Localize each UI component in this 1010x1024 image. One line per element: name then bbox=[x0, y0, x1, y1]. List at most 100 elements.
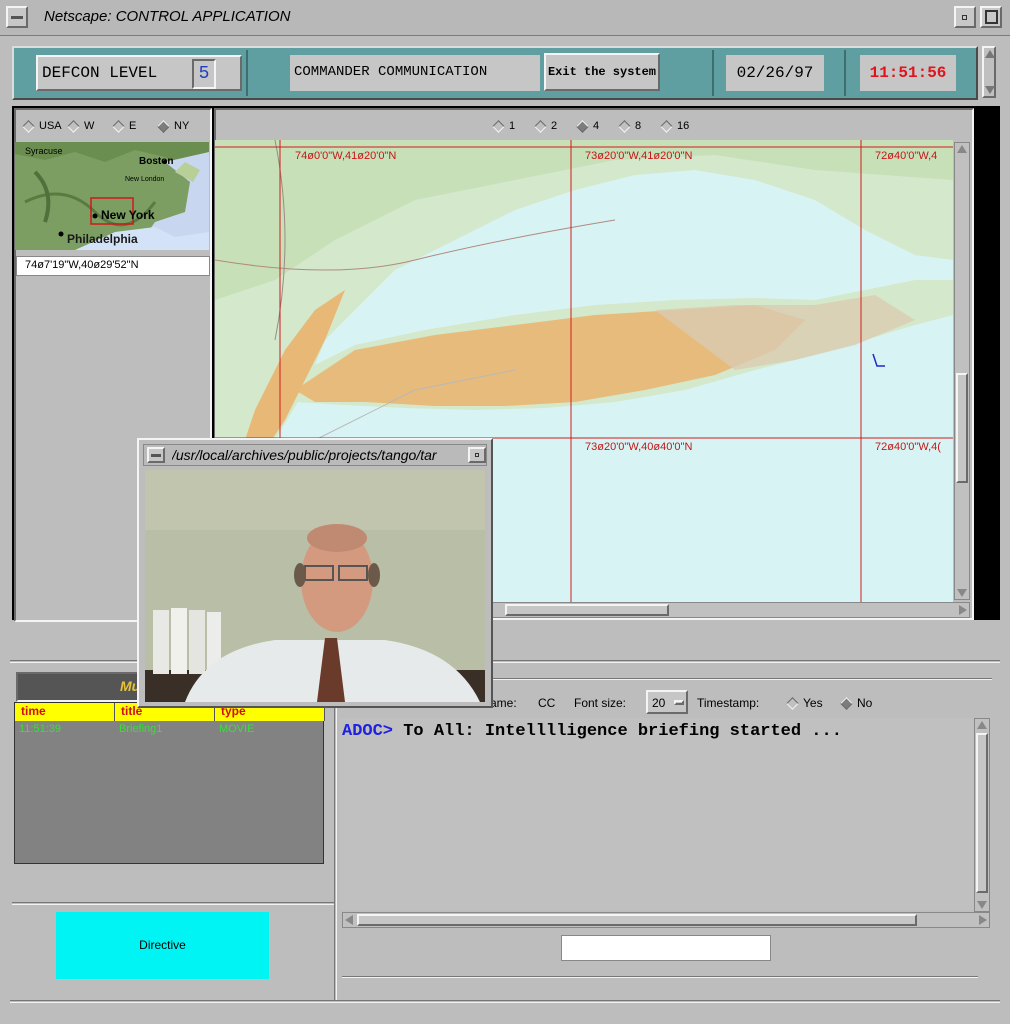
map-hscroll-thumb[interactable] bbox=[505, 604, 669, 616]
scroll-up-icon[interactable] bbox=[977, 721, 987, 729]
column-header-time[interactable]: time bbox=[15, 703, 115, 721]
header-divider bbox=[712, 50, 714, 96]
commander-comm-box: COMMANDER COMMUNICATION bbox=[290, 55, 540, 91]
name-label: ame: bbox=[490, 696, 517, 710]
scroll-down-icon[interactable] bbox=[977, 901, 987, 909]
table-cell-time: 11:51:39 bbox=[19, 723, 62, 735]
grid-label-mid-mid: 73ø20'0"W,40ø40'0"N bbox=[585, 441, 693, 453]
name-value: CC bbox=[538, 696, 556, 710]
video-frame bbox=[145, 470, 485, 702]
thumb-label-new-london: New London bbox=[125, 176, 165, 183]
timestamp-no-option[interactable]: No bbox=[840, 696, 873, 711]
grid-label-mid-right: 72ø40'0"W,4( bbox=[875, 441, 941, 453]
time-display: 11:51:56 bbox=[860, 55, 956, 91]
region-option-ny[interactable]: NY bbox=[157, 119, 190, 133]
thumb-label-philadelphia: Philadelphia bbox=[67, 232, 138, 246]
radio-icon bbox=[534, 119, 547, 133]
radio-icon bbox=[618, 119, 631, 133]
thumb-label-new-york: New York bbox=[101, 208, 155, 222]
region-option-e[interactable]: E bbox=[112, 119, 137, 133]
chat-message: ADOC> To All: Intelllligence briefing st… bbox=[342, 722, 842, 741]
region-option-label: USA bbox=[39, 120, 62, 132]
minimize-icon[interactable] bbox=[954, 6, 976, 28]
radio-icon bbox=[67, 119, 80, 133]
lower-vertical-divider bbox=[334, 668, 337, 1000]
chat-panel: ame: CC Font size: 20 Timestamp: Yes No … bbox=[338, 668, 1000, 998]
table-row[interactable]: 11:51:39 Briefing1 MOVIE bbox=[15, 723, 325, 739]
window-bottom-border bbox=[10, 1000, 1000, 1003]
zoom-option-label: 8 bbox=[635, 120, 642, 132]
zoom-option-label: 4 bbox=[593, 120, 600, 132]
date-display: 02/26/97 bbox=[726, 55, 824, 91]
scroll-right-icon[interactable] bbox=[959, 605, 967, 615]
video-menu-icon[interactable] bbox=[147, 447, 165, 463]
timestamp-no-label: No bbox=[857, 696, 873, 710]
font-size-value: 20 bbox=[652, 696, 666, 710]
region-option-label: NY bbox=[174, 120, 190, 132]
radio-selected-icon bbox=[840, 697, 853, 711]
header-scrollbar[interactable] bbox=[982, 46, 996, 98]
overview-coordinate: 74ø7'19"W,40ø29'52"N bbox=[16, 256, 210, 276]
zoom-option-2[interactable]: 2 bbox=[534, 119, 558, 133]
timestamp-yes-option[interactable]: Yes bbox=[786, 696, 823, 711]
video-minimize-icon[interactable] bbox=[468, 447, 486, 463]
thumb-label-syracuse: Syracuse bbox=[25, 146, 63, 156]
table-cell-title: Briefing1 bbox=[119, 723, 163, 735]
timestamp-yes-label: Yes bbox=[803, 696, 823, 710]
maximize-icon[interactable] bbox=[980, 6, 1002, 28]
chat-hscroll-thumb[interactable] bbox=[357, 914, 917, 926]
multimedia-list[interactable]: time title type 11:51:39 Briefing1 MOVIE bbox=[14, 702, 325, 864]
lower-left-divider bbox=[12, 902, 334, 905]
chat-vscroll-thumb[interactable] bbox=[976, 733, 988, 893]
chat-bottom-divider bbox=[342, 976, 978, 978]
grid-label-top-left: 74ø0'0"W,41ø20'0"N bbox=[295, 150, 397, 162]
scroll-right-icon[interactable] bbox=[979, 915, 987, 925]
video-window[interactable]: /usr/local/archives/public/projects/tang… bbox=[137, 438, 493, 708]
timestamp-label: Timestamp: bbox=[697, 696, 760, 710]
defcon-value: 5 bbox=[192, 59, 216, 89]
zoom-option-1[interactable]: 1 bbox=[492, 119, 516, 133]
zoom-option-label: 16 bbox=[677, 120, 690, 132]
radio-icon bbox=[22, 119, 35, 133]
map-vscroll-thumb[interactable] bbox=[956, 373, 968, 483]
chat-message-area[interactable]: ADOC> To All: Intelllligence briefing st… bbox=[340, 718, 974, 910]
zoom-option-label: 2 bbox=[551, 120, 558, 132]
header-divider bbox=[246, 50, 248, 96]
chat-vertical-scrollbar[interactable] bbox=[974, 718, 990, 912]
radio-icon bbox=[492, 119, 505, 133]
scroll-up-icon[interactable] bbox=[957, 145, 967, 153]
window-title-bar[interactable]: Netscape: CONTROL APPLICATION bbox=[0, 0, 1010, 36]
exit-button[interactable]: Exit the system bbox=[544, 53, 660, 91]
zoom-option-label: 1 bbox=[509, 120, 516, 132]
overview-map-thumbnail[interactable]: Syracuse Boston New London New York Phil… bbox=[15, 142, 209, 250]
defcon-box: DEFCON LEVEL 5 bbox=[36, 55, 242, 91]
zoom-option-16[interactable]: 16 bbox=[660, 119, 690, 133]
dropdown-icon bbox=[674, 700, 684, 705]
multimedia-panel: Mu time title type 11:51:39 Briefing1 MOVIE … bbox=[12, 668, 334, 998]
region-option-label: E bbox=[129, 120, 137, 132]
font-size-select[interactable]: 20 bbox=[646, 690, 688, 714]
map-horizontal-scrollbar[interactable] bbox=[490, 602, 970, 618]
zoom-option-8[interactable]: 8 bbox=[618, 119, 642, 133]
chat-horizontal-scrollbar[interactable] bbox=[342, 912, 990, 928]
zoom-option-4[interactable]: 4 bbox=[576, 119, 600, 133]
video-window-title: /usr/local/archives/public/projects/tang… bbox=[172, 447, 437, 463]
scroll-left-icon[interactable] bbox=[345, 915, 353, 925]
scroll-down-icon[interactable] bbox=[957, 589, 967, 597]
radio-selected-icon bbox=[576, 119, 589, 133]
defcon-label: DEFCON LEVEL bbox=[42, 64, 158, 82]
chat-input[interactable] bbox=[561, 935, 771, 961]
map-vertical-scrollbar[interactable] bbox=[954, 142, 970, 600]
window-title: Netscape: CONTROL APPLICATION bbox=[44, 8, 291, 25]
radio-icon bbox=[660, 119, 673, 133]
region-option-usa[interactable]: USA bbox=[22, 119, 62, 133]
table-cell-type: MOVIE bbox=[219, 723, 255, 735]
directive-button[interactable]: Directive bbox=[56, 912, 269, 979]
window-menu-icon[interactable] bbox=[6, 6, 28, 28]
region-option-w[interactable]: W bbox=[67, 119, 95, 133]
radio-icon bbox=[786, 697, 799, 711]
message-text: To All: Intelllligence briefing started … bbox=[403, 722, 842, 741]
region-option-label: W bbox=[84, 120, 95, 132]
header-panel: DEFCON LEVEL 5 COMMANDER COMMUNICATION E… bbox=[12, 46, 978, 100]
video-window-title-bar[interactable]: /usr/local/archives/public/projects/tang… bbox=[143, 444, 487, 466]
